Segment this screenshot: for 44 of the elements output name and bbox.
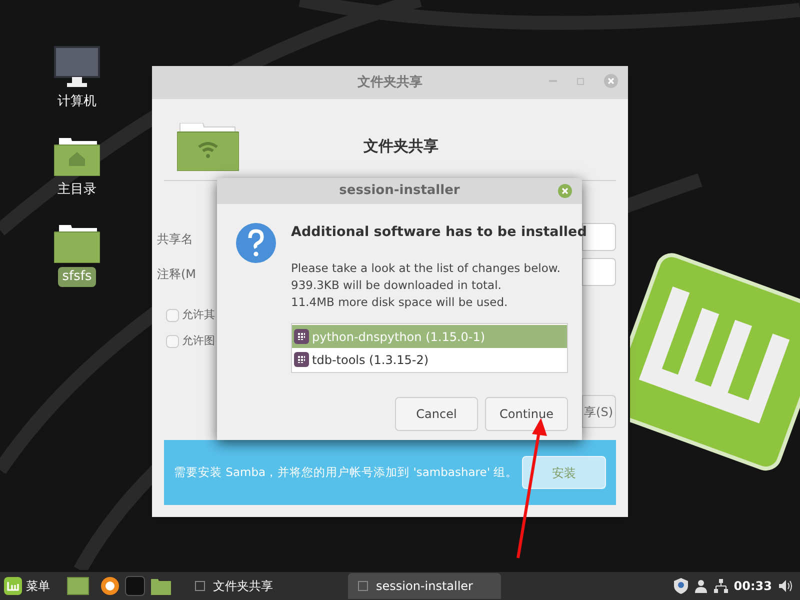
clock[interactable]: 00:33 bbox=[734, 577, 772, 595]
folder-icon[interactable] bbox=[150, 577, 172, 595]
window-title: 文件夹共享 bbox=[358, 74, 422, 92]
package-name: python-dnspython (1.15.0-1) bbox=[312, 328, 486, 346]
taskbar-window-button[interactable]: 文件夹共享 bbox=[185, 573, 342, 599]
info-message: 需要安装 Samba，并将您的用户帐号添加到 'sambashare' 组。 bbox=[174, 464, 518, 481]
body-text: 11.4MB more disk space will be used. bbox=[291, 294, 509, 312]
dialog-button[interactable]: Continue bbox=[485, 397, 568, 432]
volume-icon[interactable] bbox=[778, 579, 792, 593]
checkbox[interactable] bbox=[166, 334, 179, 348]
dialog-title: session-installer bbox=[339, 182, 460, 200]
desktop-icon-label[interactable]: 计算机 bbox=[54, 92, 100, 112]
computer-icon bbox=[54, 46, 100, 88]
window-heading: 文件夹共享 bbox=[362, 136, 440, 158]
network-icon[interactable] bbox=[714, 579, 728, 593]
show-desktop-icon[interactable] bbox=[67, 577, 89, 595]
checkbox[interactable] bbox=[166, 308, 179, 322]
close-icon[interactable] bbox=[604, 74, 618, 88]
menu-button[interactable]: 菜单 bbox=[4, 577, 54, 595]
field-label: 注释(M bbox=[157, 266, 196, 283]
share-button[interactable]: 享(S) bbox=[582, 395, 616, 428]
user-icon[interactable] bbox=[694, 579, 708, 593]
field-label: 共享名 bbox=[157, 231, 193, 248]
home-folder-icon bbox=[54, 138, 100, 176]
folder-icon bbox=[54, 225, 100, 263]
dialog-button[interactable]: Cancel bbox=[395, 397, 478, 432]
desktop-icon-label[interactable]: 主目录 bbox=[54, 180, 100, 199]
checkbox-label: 允许图 bbox=[182, 333, 215, 349]
shared-folder-icon bbox=[177, 122, 239, 170]
package-row[interactable]: tdb-tools (1.3.15-2) bbox=[292, 348, 567, 372]
question-icon bbox=[236, 223, 276, 263]
window-icon bbox=[195, 581, 205, 591]
checkbox-label: 允许其 bbox=[182, 307, 215, 323]
text-field[interactable] bbox=[582, 258, 616, 286]
taskbar-window-button[interactable]: session-installer bbox=[348, 573, 501, 599]
body-text: Please take a look at the list of changes below. bbox=[291, 260, 562, 278]
package-icon bbox=[294, 352, 309, 368]
package-name: tdb-tools (1.3.15-2) bbox=[312, 352, 429, 369]
dialog-heading: Additional software has to be installed bbox=[291, 223, 587, 242]
close-icon[interactable] bbox=[558, 184, 572, 198]
body-text: 939.3KB will be downloaded in total. bbox=[291, 277, 502, 294]
shield-icon[interactable] bbox=[674, 578, 688, 594]
package-icon bbox=[294, 329, 309, 344]
window-icon bbox=[358, 581, 368, 591]
